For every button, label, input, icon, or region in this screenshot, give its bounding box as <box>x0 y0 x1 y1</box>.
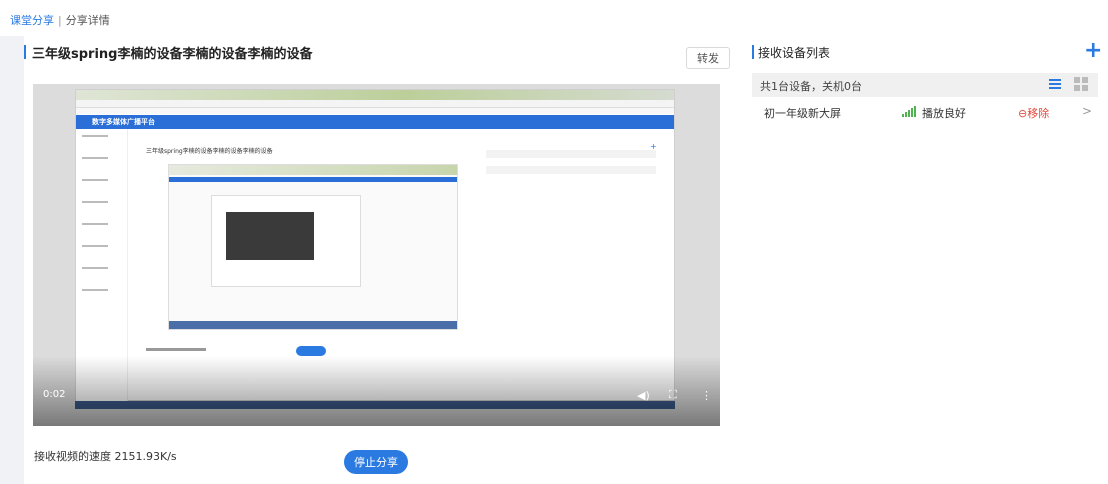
breadcrumb: 课堂分享 | 分享详情 <box>0 0 1108 36</box>
nested-document <box>211 195 361 287</box>
receive-speed: 接收视频的速度 2151.93K/s <box>34 448 177 464</box>
list-view-icon[interactable] <box>1048 77 1062 91</box>
forward-button[interactable]: 转发 <box>686 47 730 69</box>
device-name: 初一年级新大屏 <box>764 107 841 120</box>
device-summary: 共1台设备，关机0台 <box>760 80 862 93</box>
shared-address-bar <box>76 100 674 108</box>
receive-speed-label: 接收视频的速度 <box>34 450 111 463</box>
shared-content: 三年级spring李楠的设备李楠的设备李楠的设备 + <box>134 138 664 378</box>
breadcrumb-separator: | <box>58 14 62 27</box>
device-status: 播放良好 <box>922 107 966 120</box>
signal-icon <box>902 106 917 117</box>
page-title: 三年级spring李楠的设备李楠的设备李楠的设备 <box>32 46 313 62</box>
shared-sidebar-line <box>82 135 108 137</box>
shared-device-list <box>486 146 656 196</box>
title-accent-bar <box>752 45 754 59</box>
shared-device-list-row <box>486 150 656 158</box>
shared-sidebar-line <box>82 157 108 159</box>
nested-taskbar <box>169 321 457 329</box>
video-player[interactable]: 数字多媒体广播平台 三年级spring李楠的设备李楠的设备李楠的设备 + 0:0… <box>33 84 720 426</box>
shared-sidebar-line <box>82 179 108 181</box>
remove-device-link[interactable]: ⊖移除 <box>1018 105 1049 121</box>
shared-sidebar-line <box>82 267 108 269</box>
shared-sidebar-line <box>82 245 108 247</box>
stop-share-button[interactable]: 停止分享 <box>344 450 408 474</box>
fullscreen-icon[interactable]: ⛶ <box>669 388 677 402</box>
shared-sidebar-line <box>82 289 108 291</box>
shared-bookmarks-bar <box>76 108 674 114</box>
receiver-list-title-bar: 接收设备列表 <box>752 44 830 60</box>
title-accent-bar <box>24 45 26 59</box>
volume-icon[interactable]: ◀) <box>637 389 650 402</box>
title-bar: 三年级spring李楠的设备李楠的设备李楠的设备 <box>24 44 313 62</box>
shared-screen-frame: 数字多媒体广播平台 三年级spring李楠的设备李楠的设备李楠的设备 + <box>75 89 675 402</box>
shared-sidebar-line <box>82 223 108 225</box>
shared-device-list-row <box>486 166 656 174</box>
breadcrumb-current: 分享详情 <box>65 14 110 27</box>
grid-view-icon[interactable] <box>1074 77 1088 91</box>
share-detail-panel: 三年级spring李楠的设备李楠的设备李楠的设备 转发 数字多媒体广播平台 三年… <box>24 36 744 484</box>
device-summary-bar: 共1台设备，关机0台 <box>752 73 1098 97</box>
nested-browser-chrome <box>169 165 457 175</box>
chevron-right-icon[interactable]: > <box>1082 104 1092 118</box>
receiver-list-title: 接收设备列表 <box>758 45 831 60</box>
nested-app-header <box>169 177 457 182</box>
device-row[interactable]: 初一年级新大屏 播放良好 ⊖移除 > <box>752 100 1098 124</box>
nested-video <box>226 212 314 260</box>
shared-speed-text <box>146 348 206 351</box>
video-controls: 0:02 ◀) ⛶ ⋮ <box>33 356 720 426</box>
shared-app-title: 数字多媒体广播平台 <box>92 118 155 126</box>
shared-stop-button <box>296 346 326 356</box>
shared-sidebar-line <box>82 201 108 203</box>
shared-plus-icon: + <box>650 142 657 151</box>
shared-app-header: 数字多媒体广播平台 <box>76 115 674 129</box>
breadcrumb-parent-link[interactable]: 课堂分享 <box>10 14 54 27</box>
shared-page-title: 三年级spring李楠的设备李楠的设备李楠的设备 <box>146 148 273 155</box>
page: 课堂分享 | 分享详情 三年级spring李楠的设备李楠的设备李楠的设备 转发 数字… <box>0 0 1108 484</box>
nested-screen-frame <box>168 164 458 330</box>
plus-icon[interactable]: + <box>1084 40 1102 62</box>
more-icon[interactable]: ⋮ <box>701 389 712 402</box>
receiver-list-panel: 接收设备列表 + 共1台设备，关机0台 初一年级新大屏 播放良好 ⊖移除 > <box>744 36 1108 484</box>
video-time: 0:02 <box>43 389 66 400</box>
receive-speed-value: 2151.93K/s <box>114 450 177 463</box>
